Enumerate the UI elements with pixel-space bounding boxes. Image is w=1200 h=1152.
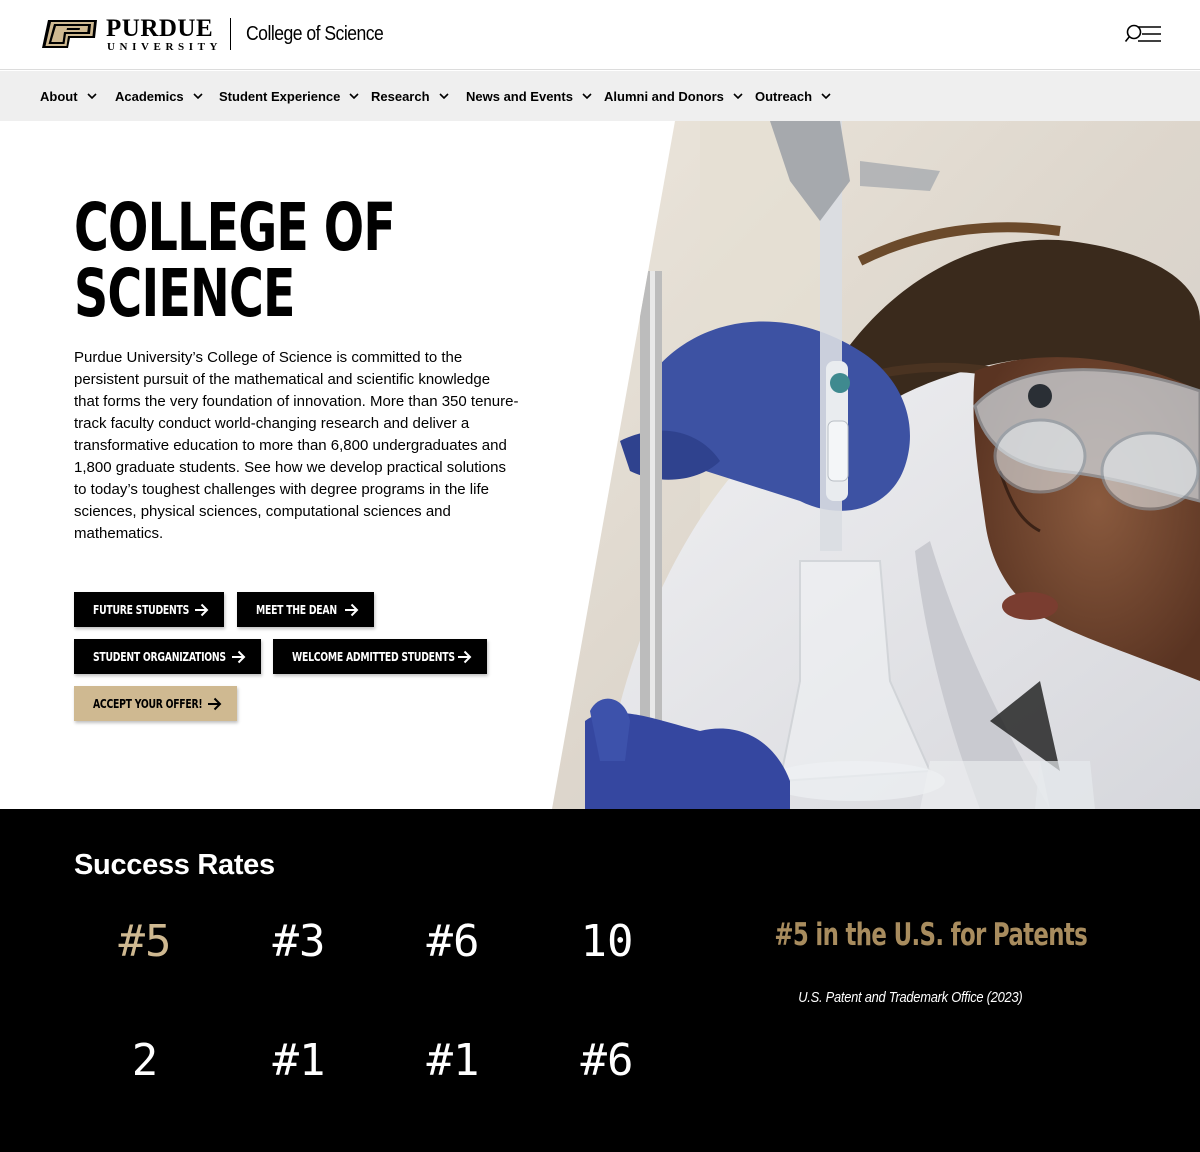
nav-item-label: Research — [371, 88, 430, 104]
stat-detail-source-text: U.S. Patent and Trademark Office (2023) — [797, 989, 1023, 1006]
nav-item-academics[interactable]: Academics — [115, 71, 203, 121]
nav-item-research[interactable]: Research — [371, 71, 449, 121]
nav-item-alumni-and-donors[interactable]: Alumni and Donors — [604, 71, 743, 121]
nav-item-label: Outreach — [755, 88, 813, 104]
section-title: Success Rates — [74, 849, 275, 881]
arrow-right-icon — [195, 603, 209, 617]
button-label: MEET THE DEAN — [256, 602, 337, 617]
stat-tile-8[interactable]: #6 — [547, 1036, 667, 1086]
nav-item-student-experience[interactable]: Student Experience — [219, 71, 359, 121]
intro-paragraph: Purdue University’s College of Science i… — [74, 349, 519, 542]
chevron-down-icon — [438, 93, 449, 99]
chevron-down-icon — [582, 93, 592, 99]
nav-item-label: News and Events — [466, 88, 573, 104]
wordmark-top: PURDUE — [106, 15, 214, 42]
arrow-right-icon — [232, 650, 246, 664]
page-title: COLLEGE OF SCIENCE — [74, 189, 396, 332]
hero-section: COLLEGE OF SCIENCE Purdue University’s C… — [0, 121, 1200, 809]
accept-your-offer-button[interactable]: ACCEPT YOUR OFFER! — [74, 686, 237, 721]
arrow-right-icon — [345, 603, 359, 617]
chevron-down-icon — [821, 93, 831, 99]
wordmark-bottom: UNIVERSITY — [107, 41, 223, 53]
chevron-down-icon — [349, 93, 359, 99]
button-label: STUDENT ORGANIZATIONS — [93, 649, 226, 664]
button-label: FUTURE STUDENTS — [93, 602, 190, 617]
stat-detail-title: #5 in the U.S. for Patents — [740, 917, 1087, 953]
future-students-button[interactable]: FUTURE STUDENTS — [74, 592, 224, 627]
nav-item-about[interactable]: About — [40, 71, 97, 121]
purdue-logo-icon[interactable] — [42, 17, 102, 51]
arrow-right-icon — [458, 650, 472, 664]
button-label: WELCOME ADMITTED STUDENTS — [292, 649, 455, 664]
stat-tile-2[interactable]: #3 — [239, 917, 359, 967]
search-menu-icon[interactable] — [1124, 22, 1162, 48]
nav-item-label: About — [40, 88, 78, 104]
stat-tile-4[interactable]: 10 — [547, 917, 667, 967]
stat-tile-5[interactable]: 2 — [85, 1036, 205, 1086]
stat-tile-1[interactable]: #5 — [85, 917, 205, 967]
stat-tile-3[interactable]: #6 — [393, 917, 513, 967]
site-name-link[interactable]: College of Science — [246, 23, 384, 46]
nav-item-label: Student Experience — [219, 88, 341, 104]
header-divider — [230, 18, 231, 50]
chevron-down-icon — [193, 93, 203, 99]
nav-item-news-and-events[interactable]: News and Events — [466, 71, 592, 121]
chevron-down-icon — [86, 93, 97, 99]
stat-detail-source: U.S. Patent and Trademark Office (2023) — [740, 989, 1080, 1006]
nav-item-label: Alumni and Donors — [604, 88, 724, 104]
site-header: PURDUE UNIVERSITY College of Science — [0, 0, 1200, 70]
nav-item-outreach[interactable]: Outreach — [755, 71, 831, 121]
main-nav: About Academics Student Experience Resea… — [0, 71, 1200, 121]
meet-the-dean-button[interactable]: MEET THE DEAN — [237, 592, 374, 627]
nav-item-label: Academics — [115, 88, 184, 104]
button-label: ACCEPT YOUR OFFER! — [93, 696, 203, 711]
page-title-line-2: SCIENCE — [74, 255, 295, 332]
arrow-right-icon — [208, 697, 222, 711]
stat-tile-7[interactable]: #1 — [393, 1036, 513, 1086]
student-organizations-button[interactable]: STUDENT ORGANIZATIONS — [74, 639, 261, 674]
success-rates-section: Success Rates #5 #3 #6 10 2 #1 #1 #6 #5 … — [0, 809, 1200, 1152]
stat-tile-6[interactable]: #1 — [239, 1036, 359, 1086]
page-title-line-1: COLLEGE OF — [74, 189, 396, 266]
welcome-admitted-students-button[interactable]: WELCOME ADMITTED STUDENTS — [273, 639, 487, 674]
chevron-down-icon — [733, 93, 743, 99]
purdue-wordmark[interactable]: PURDUE UNIVERSITY — [106, 15, 223, 53]
stat-detail-title-text: #5 in the U.S. for Patents — [774, 917, 1088, 953]
